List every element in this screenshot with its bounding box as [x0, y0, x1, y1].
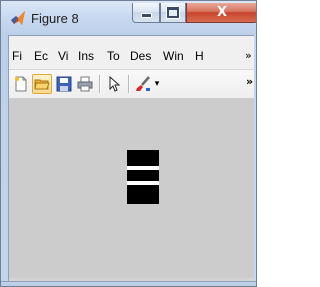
- close-icon: X: [216, 5, 228, 20]
- image-block: [127, 150, 159, 204]
- figure-canvas[interactable]: [9, 98, 256, 281]
- toolbar-overflow-icon[interactable]: »: [246, 75, 253, 88]
- toolbar: ▾ »: [9, 69, 256, 99]
- maximize-button[interactable]: [160, 3, 186, 23]
- brush-icon[interactable]: [133, 74, 153, 94]
- menu-tools[interactable]: To: [107, 49, 120, 63]
- maximize-icon: [166, 6, 180, 19]
- menu-file[interactable]: Fi: [12, 49, 22, 63]
- menu-insert[interactable]: Ins: [78, 49, 94, 63]
- minimize-icon: [140, 13, 152, 18]
- window-title: Figure 8: [31, 11, 79, 26]
- menu-view[interactable]: Vi: [58, 49, 68, 63]
- window-border-right: [254, 35, 256, 281]
- menu-help[interactable]: H: [195, 49, 204, 63]
- image-stripe: [127, 166, 159, 170]
- window-border-bottom: [1, 281, 256, 286]
- menu-desktop[interactable]: Des: [130, 49, 151, 63]
- print-icon[interactable]: [75, 74, 95, 94]
- toolbar-separator: [128, 75, 130, 93]
- menu-edit[interactable]: Ec: [34, 49, 48, 63]
- close-button[interactable]: X: [186, 3, 256, 23]
- toolbar-separator: [99, 75, 101, 93]
- image-stripe: [127, 181, 159, 185]
- figure-window: Figure 8 X Fi Ec Vi Ins To Des Win H » ▾…: [0, 0, 257, 287]
- open-folder-icon[interactable]: [32, 74, 52, 94]
- menu-bar: Fi Ec Vi Ins To Des Win H »: [9, 46, 256, 68]
- menu-overflow-icon[interactable]: »: [245, 49, 252, 62]
- new-file-icon[interactable]: [11, 74, 31, 94]
- client-area: Fi Ec Vi Ins To Des Win H » ▾ »: [8, 35, 256, 281]
- matlab-figure-icon: [10, 10, 26, 26]
- save-icon[interactable]: [54, 74, 74, 94]
- title-bar[interactable]: Figure 8 X: [1, 1, 256, 35]
- menu-window[interactable]: Win: [163, 49, 184, 63]
- minimize-button[interactable]: [132, 3, 160, 23]
- chevron-down-icon[interactable]: ▾: [152, 74, 162, 94]
- pointer-arrow-icon[interactable]: [104, 74, 124, 94]
